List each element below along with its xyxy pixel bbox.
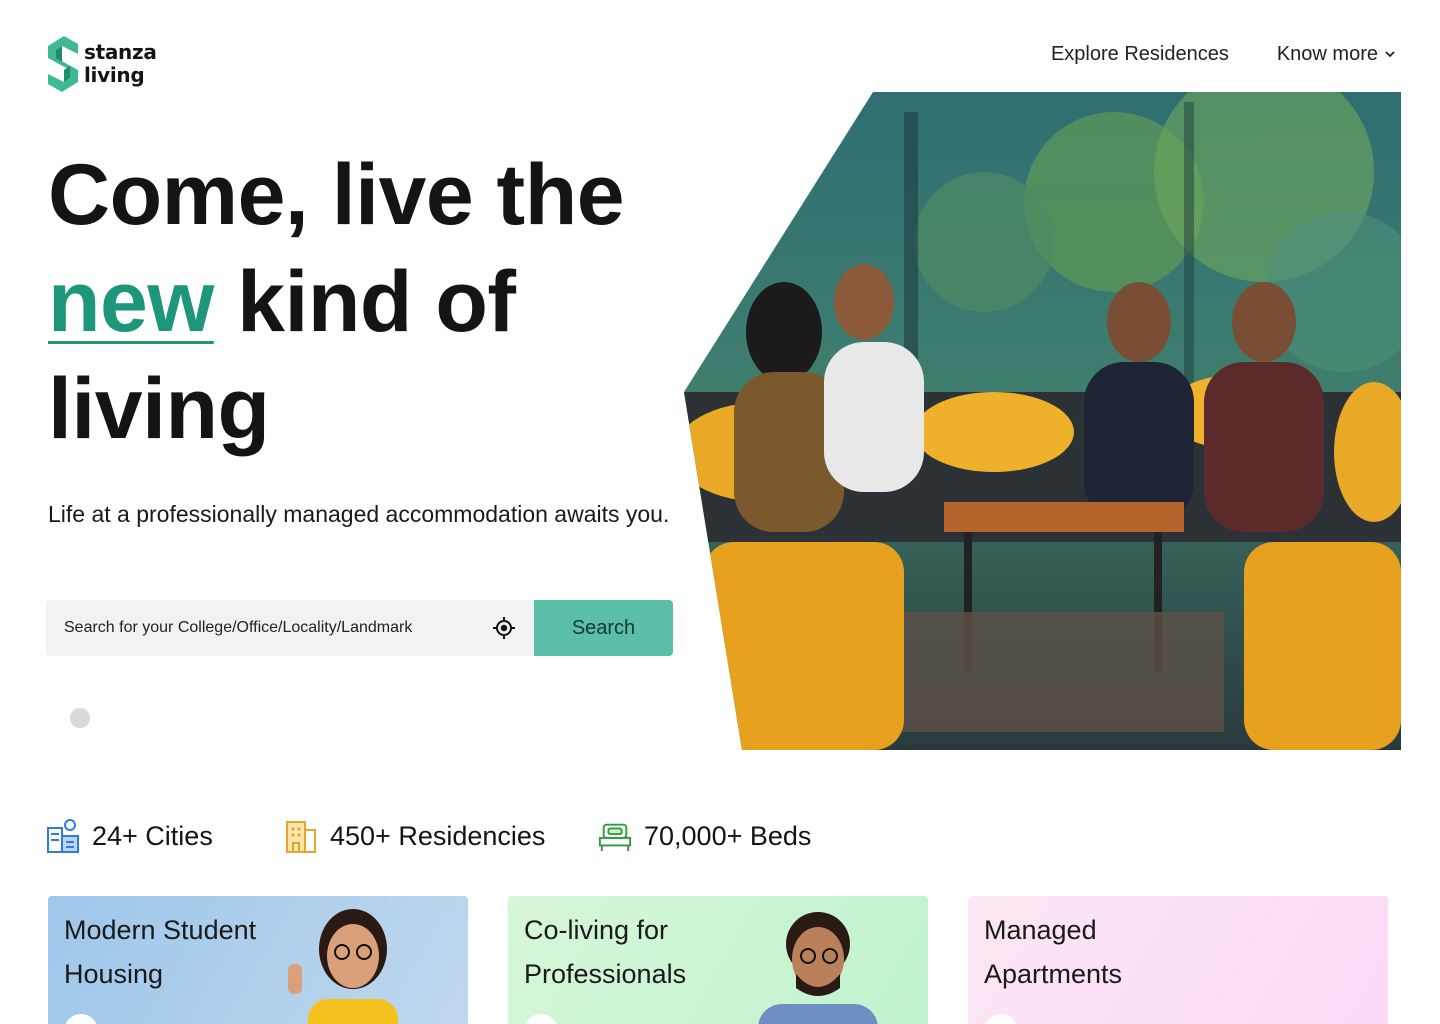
lounge-photo-illustration — [684, 92, 1401, 750]
professional-photo — [758, 912, 878, 1024]
stat-residencies-label: 450+ Residencies — [330, 820, 546, 851]
search-button[interactable]: Search — [534, 600, 673, 656]
stat-beds: 70,000+ Beds — [598, 818, 811, 854]
nav-know-more-label: Know more — [1276, 42, 1378, 65]
card-title: Managed Apartments — [984, 915, 1123, 989]
top-nav: Explore Residences Know more — [1051, 40, 1396, 68]
search-bar: Search for your College/Office/Locality/… — [46, 600, 673, 656]
nav-know-more[interactable]: Know more — [1277, 40, 1396, 68]
card-arrow-button[interactable] — [984, 1014, 1018, 1024]
card-managed-apartments[interactable]: Managed Apartments — [968, 896, 1388, 1024]
search-placeholder: Search for your College/Office/Locality/… — [64, 619, 413, 636]
bed-icon — [598, 823, 632, 852]
card-title: Co-living for Professionals — [524, 915, 687, 989]
brand-line-2: living — [84, 63, 145, 87]
brand-wordmark: stanza living — [84, 41, 157, 87]
headline-line-3: living — [48, 361, 270, 457]
stats-row: 24+ Cities 450+ Residencies 70,000+ Beds — [46, 818, 811, 854]
building-icon — [286, 821, 316, 853]
chevron-down-icon — [1385, 51, 1395, 58]
nav-explore-label: Explore Residences — [1050, 42, 1229, 65]
nav-explore-residences[interactable]: Explore Residences — [1051, 40, 1229, 68]
stat-cities: 24+ Cities — [46, 818, 284, 854]
stat-cities-label: 24+ Cities — [92, 820, 213, 851]
hero-subtitle: Life at a professionally managed accommo… — [48, 501, 670, 527]
stat-beds-label: 70,000+ Beds — [644, 820, 812, 851]
headline-line-1: Come, live the — [48, 147, 625, 243]
brand-line-1: stanza — [84, 40, 157, 64]
stanza-logo-icon — [48, 36, 78, 92]
card-title: Modern Student Housing — [64, 915, 257, 989]
student-photo — [288, 909, 398, 1024]
card-co-living[interactable]: Co-living for Professionals — [508, 896, 928, 1024]
hero-image — [684, 92, 1401, 750]
city-icon — [47, 819, 79, 853]
card-arrow-button[interactable] — [64, 1014, 98, 1024]
page: stanza living Explore Residences Know mo… — [0, 0, 1440, 1024]
search-input[interactable]: Search for your College/Office/Locality/… — [46, 600, 534, 656]
card-arrow-button[interactable] — [524, 1014, 558, 1024]
carousel-indicator-dot[interactable] — [70, 708, 90, 728]
stat-residencies: 450+ Residencies — [284, 818, 598, 854]
hero-headline: Come, live the new kind of living — [48, 142, 688, 463]
headline-accent-word: new — [48, 254, 214, 350]
card-student-housing[interactable]: Modern Student Housing — [48, 896, 468, 1024]
brand-logo[interactable]: stanza living — [48, 36, 157, 92]
locate-me-icon[interactable] — [492, 616, 516, 640]
headline-line-2: kind of — [213, 254, 516, 350]
